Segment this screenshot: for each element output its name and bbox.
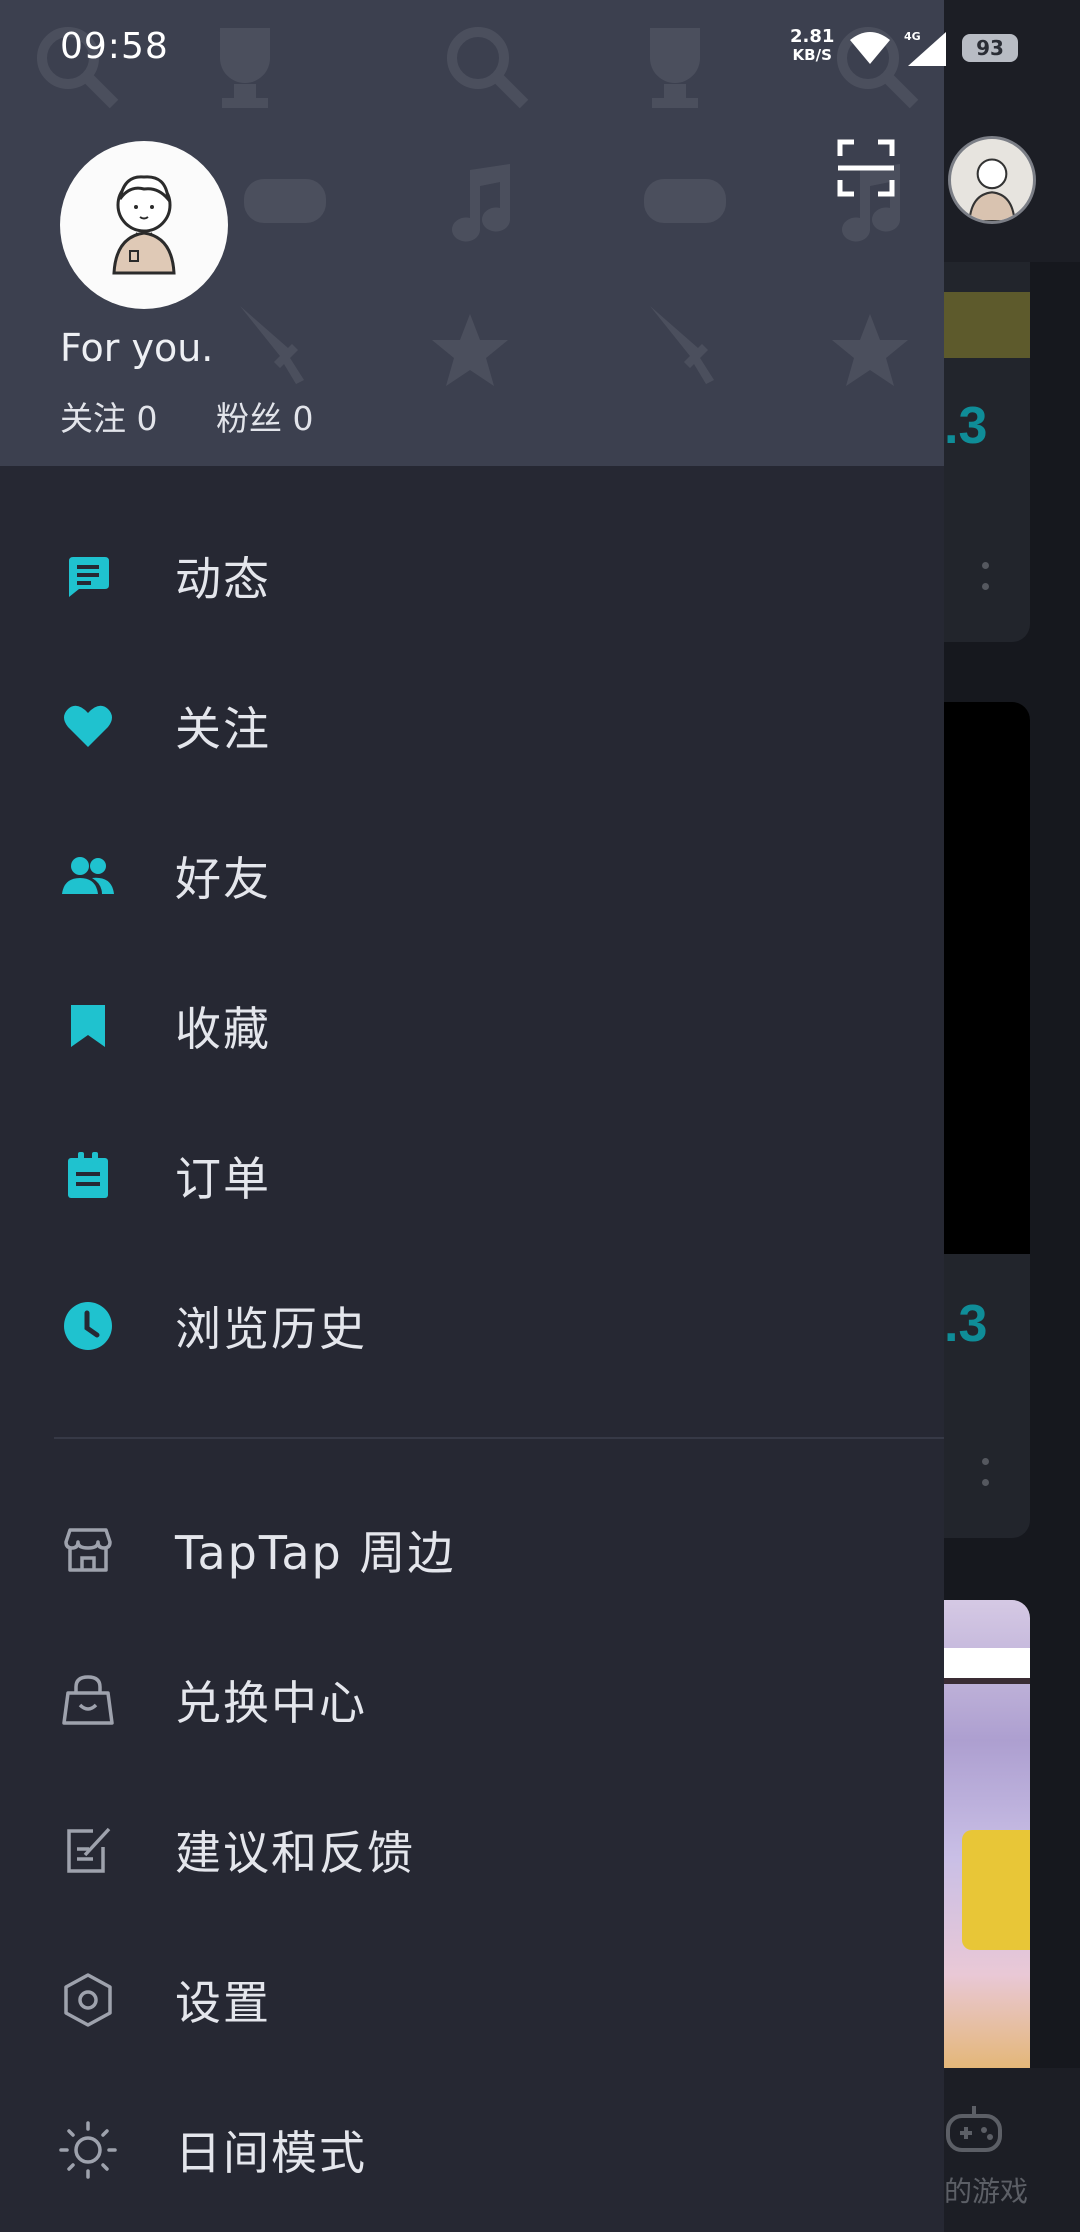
menu-item-feedback[interactable]: 建议和反馈: [0, 1775, 944, 1925]
profile-stats: 关注 0 粉丝 0: [60, 392, 362, 440]
store-icon: [56, 1518, 120, 1582]
menu-item-label: 订单: [175, 1152, 271, 1206]
signal-icon: 4G: [904, 30, 946, 66]
menu-item-day-mode[interactable]: 日间模式: [0, 2075, 944, 2225]
scan-icon[interactable]: [836, 138, 896, 198]
star-icon: [832, 314, 908, 386]
gamepad-pattern-icon: [244, 179, 326, 223]
drawer-menu: 动态 关注 好友 收藏 订单 浏览历史 TapTap 周边 兑换中心 建议和反馈…: [0, 466, 944, 2225]
clipboard-icon: [56, 1144, 120, 1208]
status-time: 09:58: [60, 26, 169, 67]
menu-item-label: 日间模式: [175, 2126, 367, 2180]
menu-item-friends[interactable]: 好友: [0, 801, 944, 951]
menu-item-history[interactable]: 浏览历史: [0, 1251, 944, 1401]
menu-item-label: 好友: [175, 852, 271, 906]
wifi-icon: [850, 32, 890, 64]
menu-item-label: 兑换中心: [175, 1676, 367, 1730]
svg-text:4G: 4G: [904, 30, 921, 43]
menu-item-favorites[interactable]: 收藏: [0, 951, 944, 1101]
menu-item-label: 动态: [175, 552, 271, 606]
followers-count[interactable]: 粉丝 0: [216, 399, 314, 438]
menu-item-redeem[interactable]: 兑换中心: [0, 1625, 944, 1775]
gamepad-pattern-icon: [644, 179, 726, 223]
friends-icon: [56, 844, 120, 908]
following-count[interactable]: 关注 0: [60, 399, 158, 438]
settings-hexagon-icon: [56, 1968, 120, 2032]
clock-icon: [56, 1294, 120, 1358]
menu-item-label: 设置: [175, 1976, 271, 2030]
menu-item-settings[interactable]: 设置: [0, 1925, 944, 2075]
edit-icon: [56, 1818, 120, 1882]
navigation-drawer: For you. 关注 0 粉丝 0 09:58 2.81 KB/S 4G 93: [0, 0, 1018, 2232]
sword-icon: [240, 306, 304, 384]
star-icon: [432, 314, 508, 386]
menu-item-label: TapTap 周边: [175, 1526, 456, 1580]
feed-icon: [56, 544, 120, 608]
status-bar: 09:58 2.81 KB/S 4G 93: [0, 0, 1080, 100]
menu-item-orders[interactable]: 订单: [0, 1101, 944, 1251]
menu-item-following[interactable]: 关注: [0, 651, 944, 801]
menu-item-feed[interactable]: 动态: [0, 501, 944, 651]
menu-item-label: 建议和反馈: [175, 1826, 415, 1880]
bookmark-icon: [56, 994, 120, 1058]
heart-icon: [56, 694, 120, 758]
menu-item-label: 收藏: [175, 1002, 271, 1056]
menu-item-merch[interactable]: TapTap 周边: [0, 1475, 944, 1625]
shopping-bag-icon: [56, 1668, 120, 1732]
avatar[interactable]: [60, 141, 228, 309]
battery-indicator: 93: [962, 34, 1018, 62]
network-speed: 2.81 KB/S: [790, 26, 835, 65]
menu-item-label: 浏览历史: [175, 1302, 367, 1356]
sword-icon: [650, 306, 714, 384]
menu-item-label: 关注: [175, 702, 271, 756]
music-note-icon: [452, 164, 510, 242]
sun-icon: [56, 2118, 120, 2182]
username[interactable]: For you.: [60, 326, 213, 370]
